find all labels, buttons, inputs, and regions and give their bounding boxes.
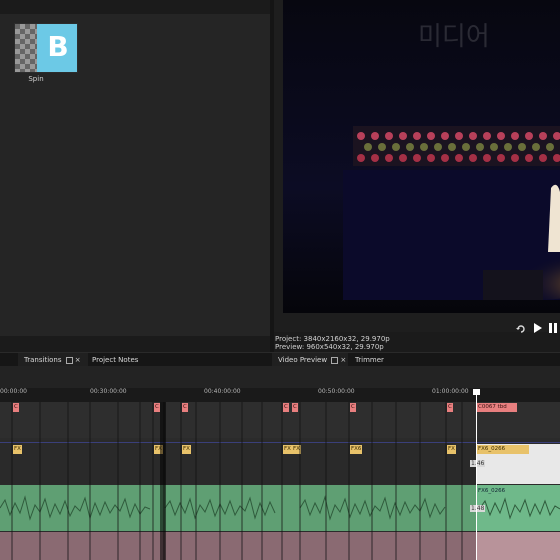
preview-info: Preview: 960x540x32, 29.970p: [275, 343, 384, 351]
tab-transitions[interactable]: Transitions ×: [24, 353, 81, 367]
close-icon[interactable]: ×: [340, 356, 346, 364]
tab-transitions-label: Transitions: [24, 356, 62, 364]
ruler-label: 00:30:00:00: [90, 388, 127, 395]
undock-icon[interactable]: [331, 356, 339, 364]
close-icon[interactable]: ×: [75, 356, 81, 364]
ruler-label: 00:40:00:00: [204, 388, 241, 395]
svg-text:미디어: 미디어: [418, 22, 490, 52]
ruler-label: 00:50:00:00: [318, 388, 355, 395]
play-icon[interactable]: [533, 318, 542, 333]
playhead-handle[interactable]: [473, 389, 480, 395]
concert-stage-image: 미디어: [283, 0, 560, 313]
pause-icon[interactable]: [548, 318, 558, 333]
timeline-header: [0, 366, 560, 388]
undock-icon[interactable]: [65, 356, 73, 364]
ruler-label: 01:00:00:00: [432, 388, 469, 395]
project-info: Project: 3840x2160x32, 29.970p: [275, 335, 390, 343]
ruler-label: 00:00:00: [0, 388, 27, 395]
docking-tab-bar: Transitions × Project Notes Video Previe…: [0, 352, 560, 367]
video-preview-frame: 미디어: [283, 0, 560, 313]
spin-glyph: B: [47, 30, 69, 63]
spin-transition-thumbnail[interactable]: B: [14, 23, 78, 73]
loop-icon[interactable]: [516, 318, 526, 333]
spin-transition-label: Spin: [28, 75, 44, 83]
tab-video-preview[interactable]: Video Preview ×: [278, 353, 346, 367]
tab-video-preview-label: Video Preview: [278, 356, 328, 364]
tab-trimmer[interactable]: Trimmer: [355, 353, 384, 367]
tab-project-notes[interactable]: Project Notes: [92, 353, 138, 367]
playhead-cursor[interactable]: [476, 390, 477, 560]
